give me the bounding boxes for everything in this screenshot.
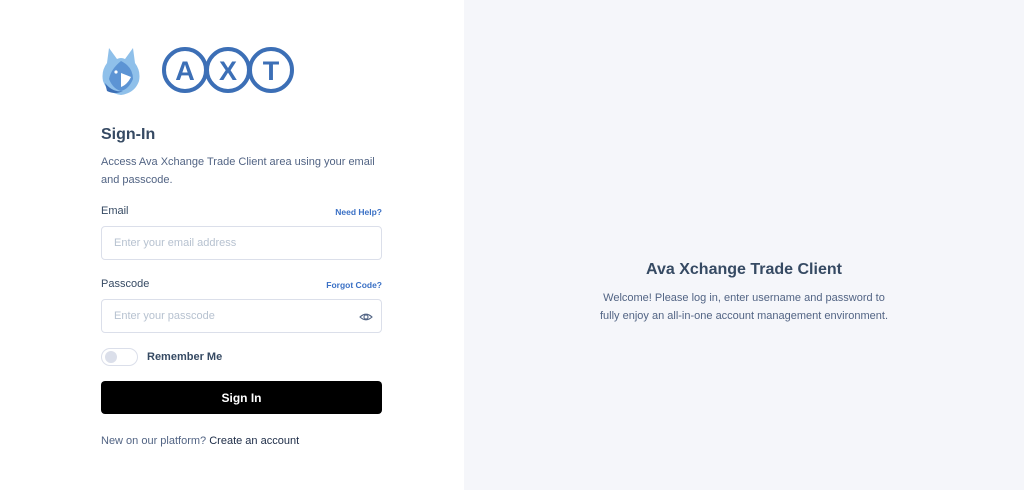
promo-panel: Ava Xchange Trade Client Welcome! Please… [464, 0, 1024, 490]
brand-logo: AXT [99, 43, 295, 97]
remember-me-label: Remember Me [147, 351, 223, 363]
need-help-link[interactable]: Need Help? [335, 207, 382, 217]
signin-panel: AXT Sign-In Access Ava Xchange Trade Cli… [0, 0, 464, 490]
login-page: AXT Sign-In Access Ava Xchange Trade Cli… [0, 0, 1024, 490]
promo-title: Ava Xchange Trade Client [646, 261, 842, 278]
fox-logo-icon [102, 48, 140, 95]
remember-me-toggle[interactable] [101, 348, 138, 366]
email-label: Email [101, 205, 129, 217]
register-prompt: New on our platform? Create an account [101, 435, 299, 447]
signin-title: Sign-In [101, 126, 156, 143]
axt-letter-a: A [175, 56, 195, 86]
axt-letter-x: X [219, 56, 237, 86]
passcode-input[interactable] [102, 300, 381, 332]
passcode-field [101, 299, 382, 333]
passcode-label: Passcode [101, 278, 150, 290]
remember-me: Remember Me [101, 348, 222, 366]
forgot-code-link[interactable]: Forgot Code? [326, 280, 382, 290]
promo-content: Ava Xchange Trade Client Welcome! Please… [464, 261, 1024, 325]
register-prompt-text: New on our platform? [101, 435, 207, 447]
promo-text: Welcome! Please log in, enter username a… [600, 292, 888, 322]
axt-wordmark: AXT [162, 47, 294, 93]
eye-icon[interactable] [359, 310, 373, 324]
signin-description: Access Ava Xchange Trade Client area usi… [101, 156, 375, 186]
toggle-knob [105, 351, 117, 363]
create-account-link[interactable]: Create an account [209, 435, 299, 447]
axt-letter-t: T [263, 56, 280, 86]
sign-in-button[interactable]: Sign In [101, 381, 382, 414]
email-input[interactable] [102, 227, 381, 259]
email-field [101, 226, 382, 260]
